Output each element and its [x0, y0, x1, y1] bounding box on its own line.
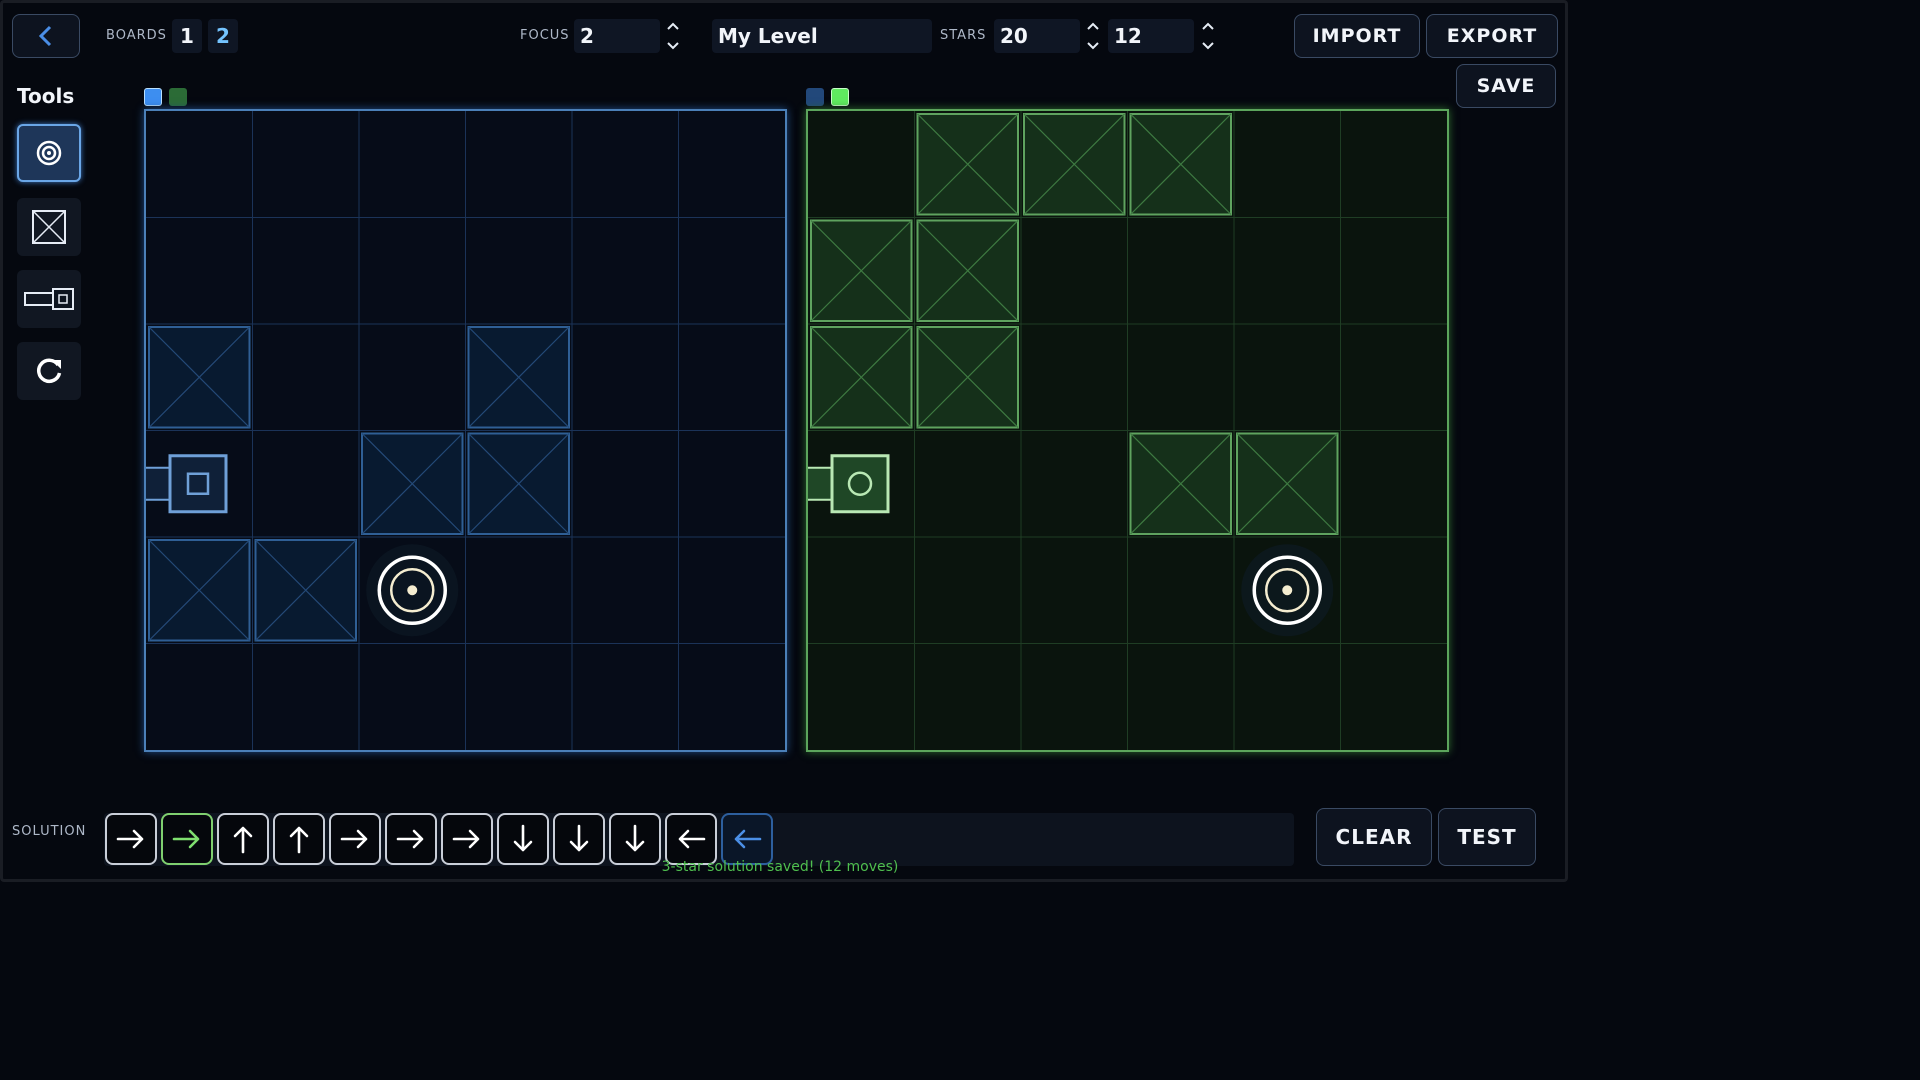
crate-block[interactable] — [810, 326, 913, 429]
up-down-chevron-icon — [1087, 22, 1099, 50]
block-tool[interactable] — [17, 198, 81, 256]
crate-block[interactable] — [254, 539, 357, 642]
chevron-left-icon — [38, 25, 52, 47]
move-right-7[interactable] — [441, 813, 493, 865]
stars-spinner-2[interactable] — [1200, 19, 1216, 53]
stars-label: STARS — [940, 28, 987, 43]
stars-spinner-1[interactable] — [1085, 19, 1101, 53]
move-up-3[interactable] — [217, 813, 269, 865]
solution-label: SOLUTION — [12, 824, 87, 839]
arrow-right-icon — [452, 829, 480, 849]
arrow-left-icon — [734, 829, 762, 849]
board-2[interactable] — [806, 109, 1449, 752]
board-2-swatch-secondary[interactable] — [831, 88, 849, 106]
move-right-5[interactable] — [329, 813, 381, 865]
player-piece[interactable] — [146, 454, 228, 514]
top-bar: BOARDS 1 2 FOCUS 2 My Level STARS 20 12 … — [0, 0, 1568, 68]
crate-block[interactable] — [916, 113, 1019, 216]
move-right-2[interactable] — [161, 813, 213, 865]
move-down-9[interactable] — [553, 813, 605, 865]
target-tool[interactable] — [17, 124, 81, 182]
crate-block[interactable] — [916, 219, 1019, 322]
rotate-icon — [37, 358, 62, 383]
arrow-up-icon — [289, 826, 309, 854]
arrow-right-icon — [172, 829, 200, 849]
move-up-4[interactable] — [273, 813, 325, 865]
arrow-down-icon — [625, 824, 645, 852]
up-down-chevron-icon — [667, 22, 679, 50]
player-icon — [24, 288, 74, 310]
focus-spinner[interactable] — [665, 19, 681, 53]
crate-block[interactable] — [1023, 113, 1126, 216]
arrow-right-icon — [396, 829, 424, 849]
board-2-selector[interactable]: 2 — [208, 19, 238, 53]
board-2-swatch-primary[interactable] — [806, 88, 824, 106]
arrow-right-icon — [116, 829, 144, 849]
move-left-12[interactable] — [721, 813, 773, 865]
crate-block[interactable] — [1236, 432, 1339, 535]
up-down-chevron-icon — [1202, 22, 1214, 50]
level-name-input[interactable]: My Level — [712, 19, 932, 53]
stars-threshold-input-1[interactable]: 20 — [994, 19, 1080, 53]
arrow-down-icon — [569, 824, 589, 852]
move-right-1[interactable] — [105, 813, 157, 865]
target-icon — [36, 140, 62, 166]
arrow-right-icon — [340, 829, 368, 849]
target-goal[interactable] — [1241, 544, 1334, 637]
board-1[interactable] — [144, 109, 787, 752]
move-right-6[interactable] — [385, 813, 437, 865]
crate-icon — [32, 210, 66, 244]
board-1-grid[interactable] — [146, 111, 785, 750]
import-button[interactable]: IMPORT — [1294, 14, 1420, 58]
stars-threshold-input-2[interactable]: 12 — [1108, 19, 1194, 53]
status-message: 3-star solution saved! (12 moves) — [661, 859, 899, 875]
target-goal[interactable] — [366, 544, 459, 637]
move-down-10[interactable] — [609, 813, 661, 865]
crate-block[interactable] — [467, 432, 570, 535]
board-2-grid[interactable] — [808, 111, 1447, 750]
clear-button[interactable]: CLEAR — [1316, 808, 1432, 866]
board-1-selector[interactable]: 1 — [172, 19, 202, 53]
arrow-up-icon — [233, 826, 253, 854]
crate-block[interactable] — [467, 326, 570, 429]
crate-block[interactable] — [1129, 113, 1232, 216]
board-1-swatch-primary[interactable] — [144, 88, 162, 106]
focus-input[interactable]: 2 — [574, 19, 660, 53]
crate-block[interactable] — [361, 432, 464, 535]
rotate-tool[interactable] — [17, 342, 81, 400]
crate-block[interactable] — [810, 219, 913, 322]
crate-block[interactable] — [1129, 432, 1232, 535]
tools-title: Tools — [17, 84, 75, 108]
boards-label: BOARDS — [106, 28, 167, 43]
player-piece[interactable] — [808, 454, 890, 514]
crate-block[interactable] — [148, 326, 251, 429]
crate-block[interactable] — [148, 539, 251, 642]
crate-block[interactable] — [916, 326, 1019, 429]
player-tool[interactable] — [17, 270, 81, 328]
back-button[interactable] — [12, 14, 80, 58]
arrow-down-icon — [513, 824, 533, 852]
test-button[interactable]: TEST — [1438, 808, 1536, 866]
arrow-left-icon — [678, 829, 706, 849]
move-left-11[interactable] — [665, 813, 717, 865]
save-button[interactable]: SAVE — [1456, 64, 1556, 108]
export-button[interactable]: EXPORT — [1426, 14, 1558, 58]
board-1-swatch-secondary[interactable] — [169, 88, 187, 106]
focus-label: FOCUS — [520, 28, 570, 43]
move-down-8[interactable] — [497, 813, 549, 865]
